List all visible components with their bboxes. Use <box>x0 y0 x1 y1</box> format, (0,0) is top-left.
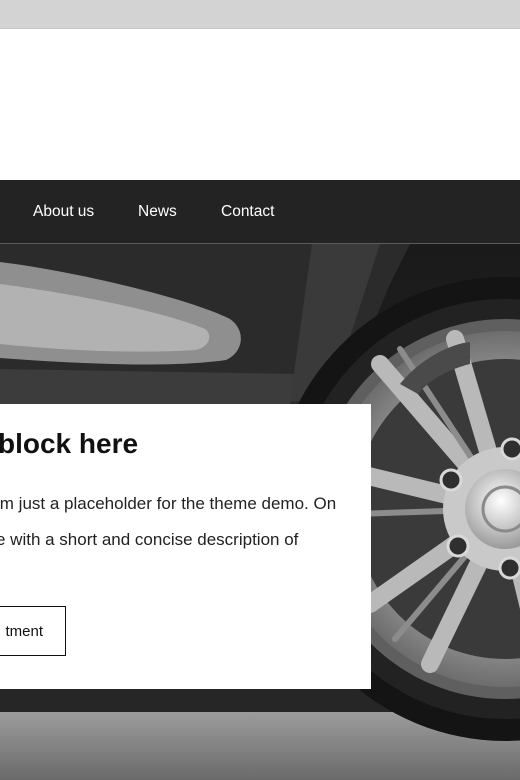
nav-item-contact[interactable]: Contact <box>221 180 274 243</box>
nav-item-about-us[interactable]: About us <box>33 180 94 243</box>
hero-card-description-line-1: ’m just a placeholder for the theme demo… <box>0 494 337 513</box>
hero-card-cta-button[interactable]: tment <box>0 606 66 656</box>
hero-card-description: ’m just a placeholder for the theme demo… <box>0 486 371 558</box>
header-area <box>0 29 520 180</box>
hero-card-description-line-2: e with a short and concise description o… <box>0 530 299 549</box>
hero-card-title: block here <box>0 428 139 459</box>
browser-top-strip <box>0 0 520 29</box>
nav-item-news[interactable]: News <box>138 180 177 243</box>
main-navbar: About us News Contact <box>0 180 520 244</box>
hero-section: block here ’m just a placeholder for the… <box>0 244 520 780</box>
hero-content-card: block here ’m just a placeholder for the… <box>0 404 371 689</box>
